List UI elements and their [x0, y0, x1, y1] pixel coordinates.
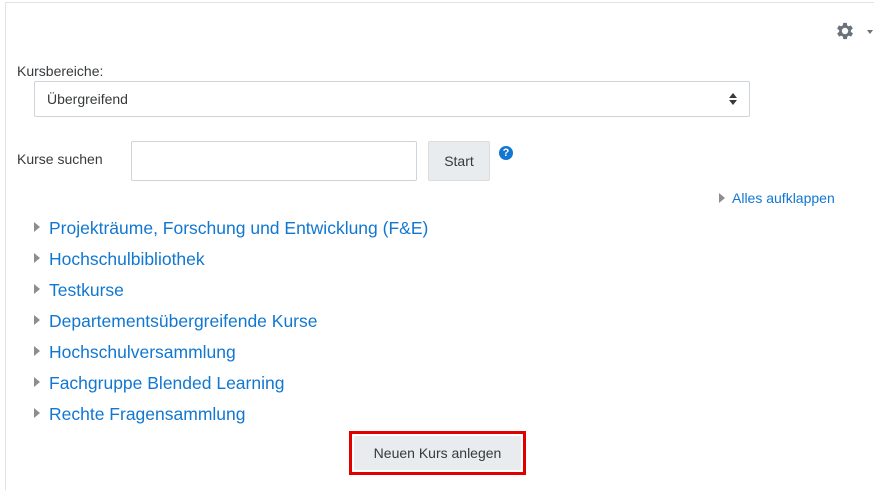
- category-item[interactable]: Hochschulbibliothek: [34, 248, 428, 279]
- settings-menu-button[interactable]: [834, 20, 874, 44]
- category-item[interactable]: Departementsübergreifende Kurse: [34, 310, 428, 341]
- category-select-label: Kursbereiche:: [17, 63, 104, 79]
- expand-all-label: Alles aufklappen: [732, 190, 835, 206]
- category-label: Testkurse: [49, 280, 124, 300]
- category-select-value: Übergreifend: [47, 91, 128, 107]
- category-item[interactable]: Hochschulversammlung: [34, 341, 428, 372]
- expand-triangle-icon: [34, 284, 40, 295]
- expand-triangle-icon: [34, 222, 40, 233]
- help-icon[interactable]: ?: [499, 146, 513, 160]
- category-label: Hochschulbibliothek: [49, 249, 205, 269]
- expand-triangle-icon: [34, 315, 40, 326]
- expand-triangle-icon: [34, 346, 40, 357]
- category-label: Rechte Fragensammlung: [49, 404, 246, 424]
- category-label: Departementsübergreifende Kurse: [49, 311, 318, 331]
- category-item[interactable]: Fachgruppe Blended Learning: [34, 372, 428, 403]
- expand-triangle-icon: [34, 253, 40, 264]
- category-label: Hochschulversammlung: [49, 342, 236, 362]
- category-select[interactable]: Übergreifend: [34, 81, 750, 117]
- category-item[interactable]: Rechte Fragensammlung: [34, 403, 428, 434]
- course-search-input[interactable]: [131, 141, 417, 181]
- select-arrows-icon: [729, 92, 737, 106]
- panel-left-border: [5, 2, 6, 490]
- expand-triangle-icon: [34, 408, 40, 419]
- chevron-down-icon: [867, 30, 873, 34]
- category-label: Fachgruppe Blended Learning: [49, 373, 285, 393]
- category-label: Projekträume, Forschung und Entwicklung …: [49, 218, 429, 238]
- new-course-button[interactable]: Neuen Kurs anlegen: [349, 431, 526, 475]
- category-item[interactable]: Testkurse: [34, 279, 428, 310]
- category-list: Projekträume, Forschung und Entwicklung …: [34, 217, 428, 434]
- course-search-label: Kurse suchen: [17, 151, 103, 167]
- new-course-button-label: Neuen Kurs anlegen: [354, 436, 521, 470]
- panel-top-border: [5, 2, 874, 3]
- gear-icon: [837, 22, 853, 40]
- expand-triangle-icon: [719, 193, 725, 204]
- expand-triangle-icon: [34, 377, 40, 388]
- expand-all-link[interactable]: Alles aufklappen: [719, 190, 835, 206]
- search-start-button[interactable]: Start: [428, 141, 490, 181]
- category-item[interactable]: Projekträume, Forschung und Entwicklung …: [34, 217, 428, 248]
- course-categories-panel: Kursbereiche: Übergreifend Kurse suchen …: [0, 0, 874, 490]
